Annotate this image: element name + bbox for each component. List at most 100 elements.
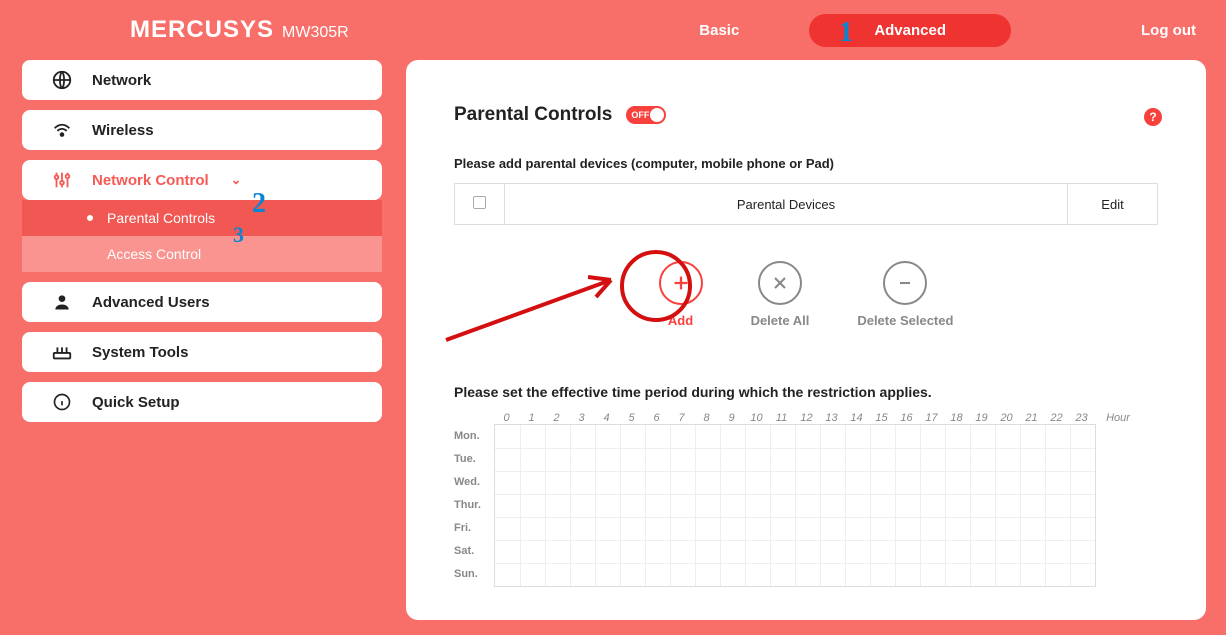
schedule-cell[interactable]	[945, 541, 970, 563]
schedule-cell[interactable]	[870, 449, 895, 471]
schedule-cell[interactable]	[770, 564, 795, 586]
schedule-cell[interactable]	[1045, 518, 1070, 540]
schedule-cell[interactable]	[1045, 541, 1070, 563]
schedule-cell[interactable]	[1070, 425, 1095, 448]
schedule-cell[interactable]	[520, 541, 545, 563]
schedule-cell[interactable]	[770, 449, 795, 471]
schedule-cell[interactable]	[520, 449, 545, 471]
schedule-cell[interactable]	[970, 564, 995, 586]
schedule-cell[interactable]	[745, 495, 770, 517]
schedule-cell[interactable]	[920, 472, 945, 494]
schedule-cell[interactable]	[1020, 541, 1045, 563]
schedule-cell[interactable]	[620, 495, 645, 517]
schedule-cell[interactable]	[1020, 449, 1045, 471]
schedule-cell[interactable]	[620, 541, 645, 563]
schedule-cell[interactable]	[870, 541, 895, 563]
schedule-cell[interactable]	[695, 425, 720, 448]
schedule-cell[interactable]	[945, 472, 970, 494]
schedule-cell[interactable]	[945, 495, 970, 517]
schedule-cell[interactable]	[645, 541, 670, 563]
schedule-cell[interactable]	[520, 425, 545, 448]
schedule-cell[interactable]	[920, 425, 945, 448]
schedule-cell[interactable]	[845, 495, 870, 517]
sidebar-item-wireless[interactable]: Wireless	[22, 110, 382, 150]
schedule-cell[interactable]	[995, 425, 1020, 448]
schedule-cell[interactable]	[1070, 518, 1095, 540]
schedule-cell[interactable]	[770, 472, 795, 494]
schedule-cell[interactable]	[1020, 564, 1045, 586]
schedule-cell[interactable]	[570, 541, 595, 563]
schedule-cell[interactable]	[820, 425, 845, 448]
schedule-cell[interactable]	[920, 564, 945, 586]
schedule-cell[interactable]	[595, 541, 620, 563]
schedule-cell[interactable]	[795, 449, 820, 471]
schedule-cell[interactable]	[820, 472, 845, 494]
schedule-cell[interactable]	[1070, 564, 1095, 586]
schedule-cell[interactable]	[745, 425, 770, 448]
schedule-cell[interactable]	[1045, 564, 1070, 586]
schedule-cell[interactable]	[995, 449, 1020, 471]
schedule-cell[interactable]	[795, 472, 820, 494]
schedule-cell[interactable]	[720, 518, 745, 540]
schedule-cell[interactable]	[695, 472, 720, 494]
schedule-cell[interactable]	[670, 495, 695, 517]
schedule-cell[interactable]	[845, 564, 870, 586]
schedule-cell[interactable]	[770, 495, 795, 517]
schedule-cell[interactable]	[820, 495, 845, 517]
schedule-cell[interactable]	[770, 541, 795, 563]
schedule-cell[interactable]	[645, 564, 670, 586]
nav-advanced[interactable]: Advanced	[809, 14, 1011, 47]
schedule-cell[interactable]	[820, 518, 845, 540]
schedule-cell[interactable]	[945, 425, 970, 448]
schedule-cell[interactable]	[845, 449, 870, 471]
schedule-cell[interactable]	[870, 472, 895, 494]
schedule-cell[interactable]	[970, 449, 995, 471]
sidebar-sub-access-control[interactable]: Access Control	[22, 236, 382, 272]
schedule-cell[interactable]	[745, 449, 770, 471]
schedule-cell[interactable]	[995, 541, 1020, 563]
schedule-cell[interactable]	[945, 449, 970, 471]
schedule-cell[interactable]	[495, 564, 520, 586]
schedule-cell[interactable]	[995, 495, 1020, 517]
schedule-cell[interactable]	[1070, 449, 1095, 471]
schedule-cell[interactable]	[1045, 425, 1070, 448]
schedule-cell[interactable]	[895, 541, 920, 563]
schedule-cell[interactable]	[920, 449, 945, 471]
schedule-cell[interactable]	[820, 541, 845, 563]
schedule-cell[interactable]	[1020, 425, 1045, 448]
schedule-cell[interactable]	[995, 518, 1020, 540]
schedule-cell[interactable]	[895, 425, 920, 448]
schedule-cell[interactable]	[595, 518, 620, 540]
schedule-cell[interactable]	[545, 518, 570, 540]
schedule-cell[interactable]	[945, 518, 970, 540]
schedule-cell[interactable]	[870, 564, 895, 586]
schedule-cell[interactable]	[795, 495, 820, 517]
schedule-cell[interactable]	[620, 425, 645, 448]
schedule-grid-body[interactable]	[494, 424, 1096, 587]
schedule-cell[interactable]	[520, 495, 545, 517]
schedule-cell[interactable]	[520, 564, 545, 586]
schedule-cell[interactable]	[1020, 518, 1045, 540]
schedule-cell[interactable]	[695, 518, 720, 540]
schedule-cell[interactable]	[520, 472, 545, 494]
schedule-cell[interactable]	[595, 425, 620, 448]
schedule-cell[interactable]	[895, 518, 920, 540]
schedule-cell[interactable]	[570, 495, 595, 517]
schedule-cell[interactable]	[870, 518, 895, 540]
schedule-cell[interactable]	[995, 472, 1020, 494]
schedule-cell[interactable]	[645, 495, 670, 517]
schedule-cell[interactable]	[495, 495, 520, 517]
schedule-cell[interactable]	[720, 449, 745, 471]
schedule-cell[interactable]	[795, 541, 820, 563]
schedule-cell[interactable]	[920, 541, 945, 563]
schedule-cell[interactable]	[1020, 472, 1045, 494]
schedule-cell[interactable]	[970, 472, 995, 494]
schedule-cell[interactable]	[545, 541, 570, 563]
schedule-cell[interactable]	[820, 564, 845, 586]
delete-all-button[interactable]: Delete All	[751, 261, 810, 328]
schedule-cell[interactable]	[570, 518, 595, 540]
schedule-cell[interactable]	[595, 449, 620, 471]
schedule-cell[interactable]	[895, 472, 920, 494]
sidebar-item-system-tools[interactable]: System Tools	[22, 332, 382, 372]
schedule-cell[interactable]	[495, 425, 520, 448]
